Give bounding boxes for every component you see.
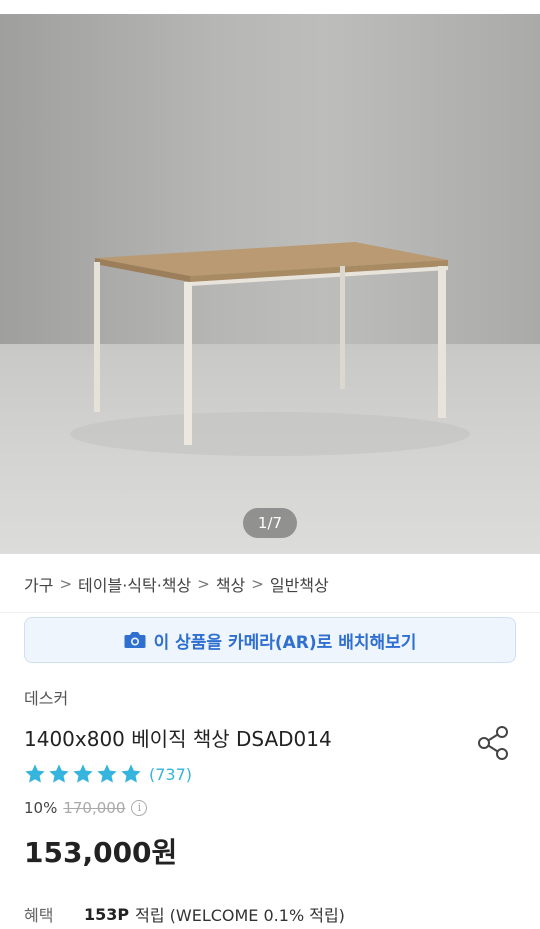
sale-price: 153,000원 — [24, 836, 178, 869]
divider — [0, 612, 540, 613]
chevron-right-icon: > — [197, 575, 210, 593]
benefit-points: 153P — [84, 904, 130, 924]
breadcrumb: 가구 > 테이블·식탁·책상 > 책상 > 일반책상 — [24, 572, 329, 596]
info-icon[interactable]: i — [131, 800, 148, 816]
discount-rate: 10% — [24, 799, 58, 817]
star-icon — [97, 764, 117, 783]
ar-view-button[interactable]: 이 상품을 카메라(AR)로 배치해보기 — [24, 617, 516, 663]
chevron-right-icon: > — [59, 575, 73, 593]
breadcrumb-item[interactable]: 가구 — [24, 572, 53, 596]
breadcrumb-item[interactable]: 일반책상 — [270, 572, 329, 596]
original-price: 170,000 — [63, 799, 126, 817]
chevron-right-icon: > — [251, 575, 264, 593]
benefit-row: 혜택 153P 적립 (WELCOME 0.1% 적립) — [24, 902, 345, 926]
breadcrumb-item[interactable]: 책상 — [216, 572, 245, 596]
image-counter: 1/7 — [243, 508, 297, 538]
desk-illustration — [70, 242, 470, 456]
star-icon — [121, 764, 141, 783]
star-icon — [25, 764, 45, 783]
ar-view-label: 이 상품을 카메라(AR)로 배치해보기 — [153, 632, 417, 653]
brand-name[interactable]: 데스커 — [24, 685, 68, 709]
product-title: 1400x800 베이직 책상 DSAD014 — [24, 727, 332, 751]
review-count[interactable]: (737) — [149, 765, 192, 784]
star-icon — [73, 764, 93, 783]
share-icon[interactable] — [476, 724, 512, 762]
rating[interactable]: (737) — [24, 763, 192, 785]
product-image[interactable]: 1/7 — [0, 14, 540, 554]
camera-icon — [124, 632, 146, 648]
star-icon — [49, 764, 69, 783]
benefit-description: 적립 (WELCOME 0.1% 적립) — [135, 906, 345, 925]
breadcrumb-item[interactable]: 테이블·식탁·책상 — [78, 572, 191, 596]
price-info-row: 10% 170,000 i — [24, 799, 148, 817]
benefit-label: 혜택 — [24, 906, 54, 925]
